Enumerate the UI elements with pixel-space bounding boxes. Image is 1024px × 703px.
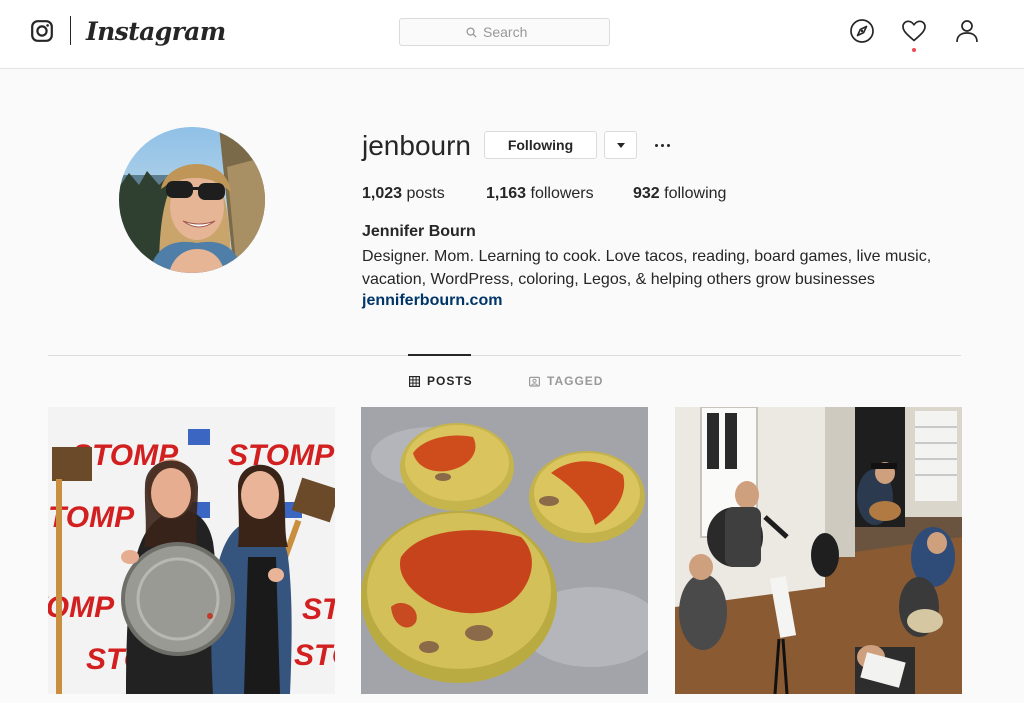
grid-icon [409, 375, 420, 387]
notification-dot [912, 48, 916, 52]
profile-user-icon[interactable] [954, 18, 980, 44]
activity-heart-icon[interactable] [901, 18, 927, 44]
search-icon [466, 26, 477, 38]
tab-posts-label: POSTS [427, 374, 473, 388]
caret-down-icon [616, 142, 625, 148]
post-thumbnail-egg-muffins[interactable] [361, 407, 648, 694]
instagram-wordmark[interactable]: Instagram [86, 12, 226, 52]
following-count-value: 932 [633, 185, 660, 202]
search-input[interactable] [483, 24, 543, 40]
tab-tagged[interactable]: TAGGED [529, 372, 603, 390]
profile-website-link[interactable]: jenniferbourn.com [362, 291, 502, 311]
following-count[interactable]: 932 following [633, 183, 726, 205]
profile-full-name: Jennifer Bourn [362, 223, 476, 240]
svg-text:STOMP: STOMP [228, 439, 335, 472]
more-options-button[interactable] [651, 131, 673, 159]
instagram-camera-icon[interactable] [31, 20, 53, 42]
active-tab-indicator [408, 354, 471, 356]
profile-avatar[interactable] [119, 127, 265, 273]
tagged-icon [529, 376, 540, 387]
svg-text:STOMP: STOMP [294, 639, 335, 672]
followers-count[interactable]: 1,163 followers [486, 183, 594, 205]
posts-count-value: 1,023 [362, 185, 403, 202]
top-navigation-bar: Instagram [0, 0, 1024, 69]
svg-text:STOMP: STOMP [302, 593, 335, 626]
suggestions-dropdown-button[interactable] [604, 131, 637, 159]
post-thumbnail-stomp[interactable]: STOMP STOMP STOMP STOMP STOMP STOMP STOM… [48, 407, 335, 694]
profile-bio: Designer. Mom. Learning to cook. Love ta… [362, 248, 932, 288]
ellipsis-icon [654, 143, 658, 147]
post-thumbnail-music-jam[interactable] [675, 407, 962, 694]
tabs-divider [48, 355, 961, 356]
followers-count-label: followers [530, 185, 594, 202]
explore-compass-icon[interactable] [849, 18, 875, 44]
profile-username: jenbourn [362, 130, 471, 161]
tab-posts[interactable]: POSTS [409, 372, 473, 390]
tab-tagged-label: TAGGED [547, 374, 604, 388]
posts-count-label: posts [406, 185, 445, 202]
logo-divider [70, 16, 71, 45]
search-box[interactable] [399, 18, 610, 46]
posts-count: 1,023 posts [362, 183, 445, 205]
following-button[interactable]: Following [484, 131, 597, 159]
following-count-label: following [664, 185, 727, 202]
followers-count-value: 1,163 [486, 185, 527, 202]
